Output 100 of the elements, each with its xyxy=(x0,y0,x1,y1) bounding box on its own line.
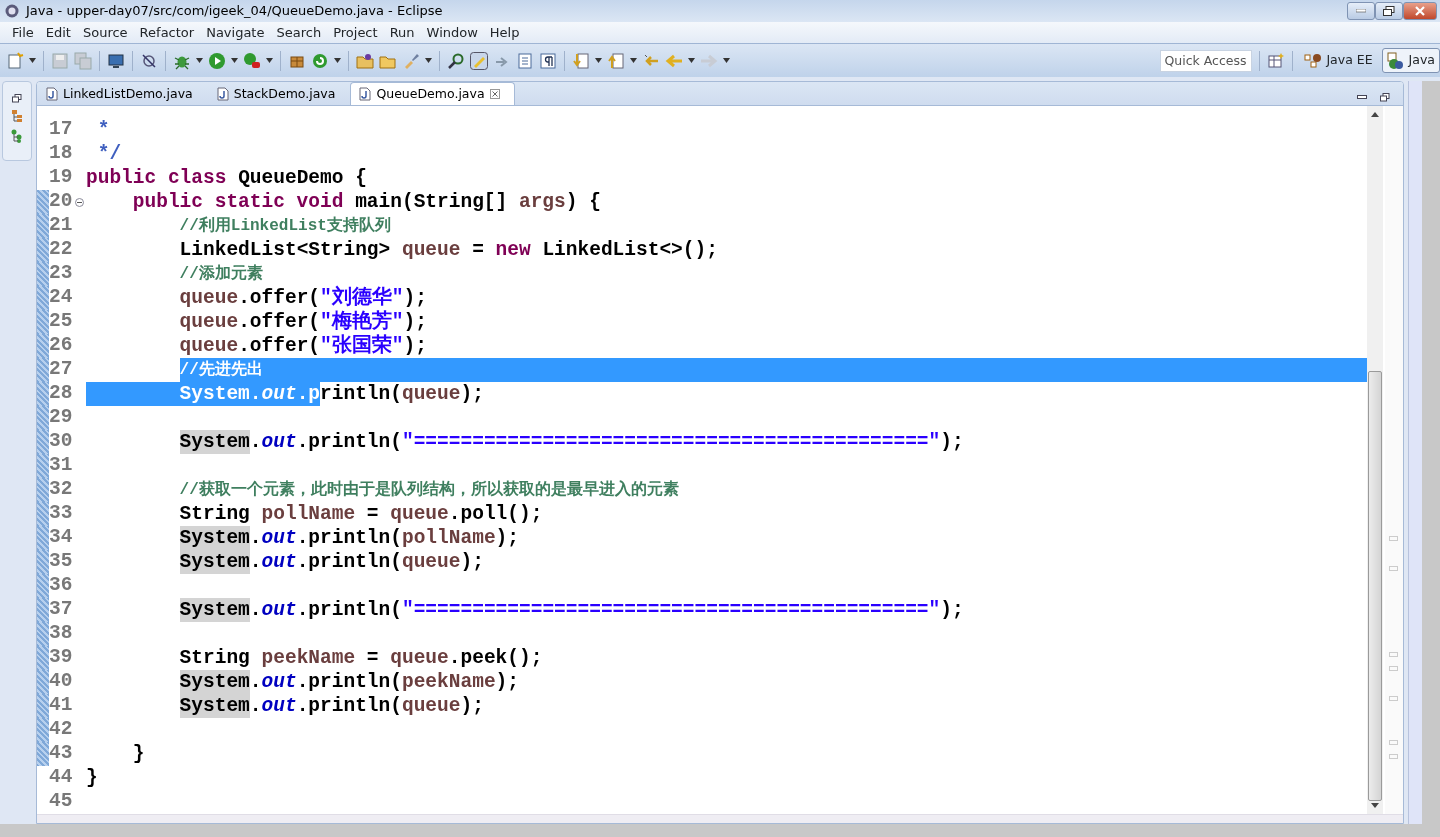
line-number: 21 xyxy=(49,213,74,239)
code-token: out xyxy=(261,430,297,454)
arrow-up-icon[interactable] xyxy=(607,51,625,70)
java-file-icon xyxy=(46,87,58,101)
code-token: .p xyxy=(296,382,321,406)
line-number: 26 xyxy=(49,333,74,359)
code-token: . xyxy=(249,526,262,550)
code-token: System xyxy=(179,694,250,718)
caret-icon[interactable] xyxy=(688,58,695,63)
code-token: queue xyxy=(401,382,461,406)
code-token: queue xyxy=(401,238,461,262)
caret-icon[interactable] xyxy=(231,58,238,63)
code-token: LinkedList<>(); xyxy=(541,238,718,262)
scroll-thumb[interactable] xyxy=(1368,371,1382,801)
java-file-icon xyxy=(359,87,372,101)
menu-item[interactable]: Navigate xyxy=(200,22,271,43)
line-number: 37 xyxy=(49,597,74,623)
code-comment: //先进先出 xyxy=(179,358,263,382)
editor-tab[interactable]: LinkedListDemo.java xyxy=(37,82,208,105)
overview-mark xyxy=(1389,696,1398,701)
overview-mark xyxy=(1389,566,1398,571)
minimize-icon[interactable] xyxy=(1357,94,1367,100)
code-token: peekName xyxy=(401,670,496,694)
code-token: rintln( xyxy=(320,382,402,406)
menu-item[interactable]: Help xyxy=(483,22,526,43)
code-token: ); xyxy=(460,382,484,406)
code-token: ); xyxy=(403,286,427,310)
line-number: 32 xyxy=(49,477,74,503)
line-number: 31 xyxy=(49,453,74,479)
caret-icon[interactable] xyxy=(29,58,36,63)
restore-icon[interactable] xyxy=(12,94,22,103)
code-token: System xyxy=(179,550,250,574)
menu-item[interactable]: Window xyxy=(420,22,484,43)
outline-icon[interactable] xyxy=(11,129,23,143)
code-token: main(String[] xyxy=(354,190,509,214)
monitor-icon[interactable] xyxy=(107,51,125,70)
menu-item[interactable]: Run xyxy=(383,22,421,43)
menu-item[interactable]: Refactor xyxy=(133,22,201,43)
maximize-icon[interactable] xyxy=(1380,92,1390,102)
editor-tab[interactable]: StackDemo.java xyxy=(207,82,351,105)
code-token: queue xyxy=(401,550,461,574)
menu-item[interactable]: Source xyxy=(76,22,134,43)
collapse-icon[interactable] xyxy=(75,197,84,207)
open-perspective-icon[interactable] xyxy=(1267,51,1286,70)
close-icon[interactable] xyxy=(489,89,500,99)
code-token: queue xyxy=(401,694,461,718)
code-token: "============================================" xyxy=(401,430,941,454)
scroll-up-icon[interactable] xyxy=(1371,112,1379,117)
code-token: queue xyxy=(179,310,239,334)
caret-icon[interactable] xyxy=(196,58,203,63)
arrow-down-icon[interactable] xyxy=(572,51,590,70)
run-icon[interactable] xyxy=(208,51,226,70)
code-token: out xyxy=(261,670,297,694)
code-token: new xyxy=(495,238,531,262)
search-icon[interactable] xyxy=(447,51,465,70)
pilcrow-icon[interactable] xyxy=(539,51,557,70)
code-token: .println( xyxy=(296,526,402,550)
folder-icon[interactable] xyxy=(356,51,374,70)
line-number: 23 xyxy=(49,261,74,287)
caret-icon[interactable] xyxy=(595,58,602,63)
quick-access-field[interactable]: Quick Access xyxy=(1160,49,1253,72)
restore-button[interactable] xyxy=(1374,2,1403,20)
code-token: .offer( xyxy=(238,286,321,310)
line-number: 34 xyxy=(49,525,74,551)
line-number: 20 xyxy=(49,189,74,215)
code-token: .poll(); xyxy=(448,502,543,526)
close-icon xyxy=(1414,6,1425,16)
perspective-button[interactable]: Java EE xyxy=(1300,49,1377,72)
code-comment: //利用LinkedList支持队列 xyxy=(179,215,391,237)
code-token: .println( xyxy=(296,550,402,574)
close-button[interactable] xyxy=(1402,2,1437,20)
code-token: "刘德华" xyxy=(320,286,404,310)
caret-icon[interactable] xyxy=(425,58,432,63)
caret-icon[interactable] xyxy=(630,58,637,63)
caret-icon[interactable] xyxy=(723,58,730,63)
caret-icon[interactable] xyxy=(266,58,273,63)
code-token: System xyxy=(179,598,250,622)
line-number: 35 xyxy=(49,549,74,575)
code-token: pollName xyxy=(261,502,356,526)
scroll-down-icon[interactable] xyxy=(1371,803,1379,808)
refresh-icon[interactable] xyxy=(311,51,329,70)
hierarchy-icon[interactable] xyxy=(11,109,23,123)
code-comment: //添加元素 xyxy=(179,263,263,285)
editor-tab[interactable]: QueueDemo.java xyxy=(350,82,515,105)
code-token: .println( xyxy=(296,430,402,454)
code-token: } xyxy=(86,766,98,790)
perspective-button[interactable]: Java xyxy=(1381,48,1440,73)
code-token: .peek(); xyxy=(448,646,543,670)
caret-icon[interactable] xyxy=(334,58,341,63)
menu-item[interactable]: Edit xyxy=(39,22,77,43)
highlighter-icon[interactable] xyxy=(470,51,488,70)
code-token: = xyxy=(365,646,380,670)
java-file-icon xyxy=(216,87,229,101)
run-config-icon[interactable] xyxy=(243,51,261,70)
menu-item[interactable]: File xyxy=(6,22,40,43)
line-number: 43 xyxy=(49,741,74,767)
code-token: queue xyxy=(179,334,239,358)
menu-item[interactable]: Search xyxy=(270,22,328,43)
menu-item[interactable]: Project xyxy=(327,22,384,43)
new-file-icon[interactable] xyxy=(6,51,24,70)
